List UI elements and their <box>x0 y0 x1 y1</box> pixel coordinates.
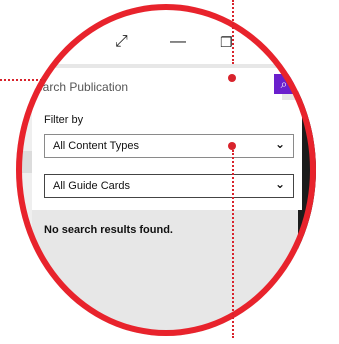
magnifier-ring <box>16 4 316 336</box>
callout-dot-top <box>228 74 236 82</box>
callout-line-top <box>232 0 234 64</box>
callout-dot-bottom <box>228 142 236 150</box>
screenshot-canvas: ⤢ — ❐ Search Publication ⌕ Filter by All… <box>0 0 339 344</box>
callout-line-left <box>0 79 46 81</box>
callout-line-bottom <box>232 150 234 338</box>
